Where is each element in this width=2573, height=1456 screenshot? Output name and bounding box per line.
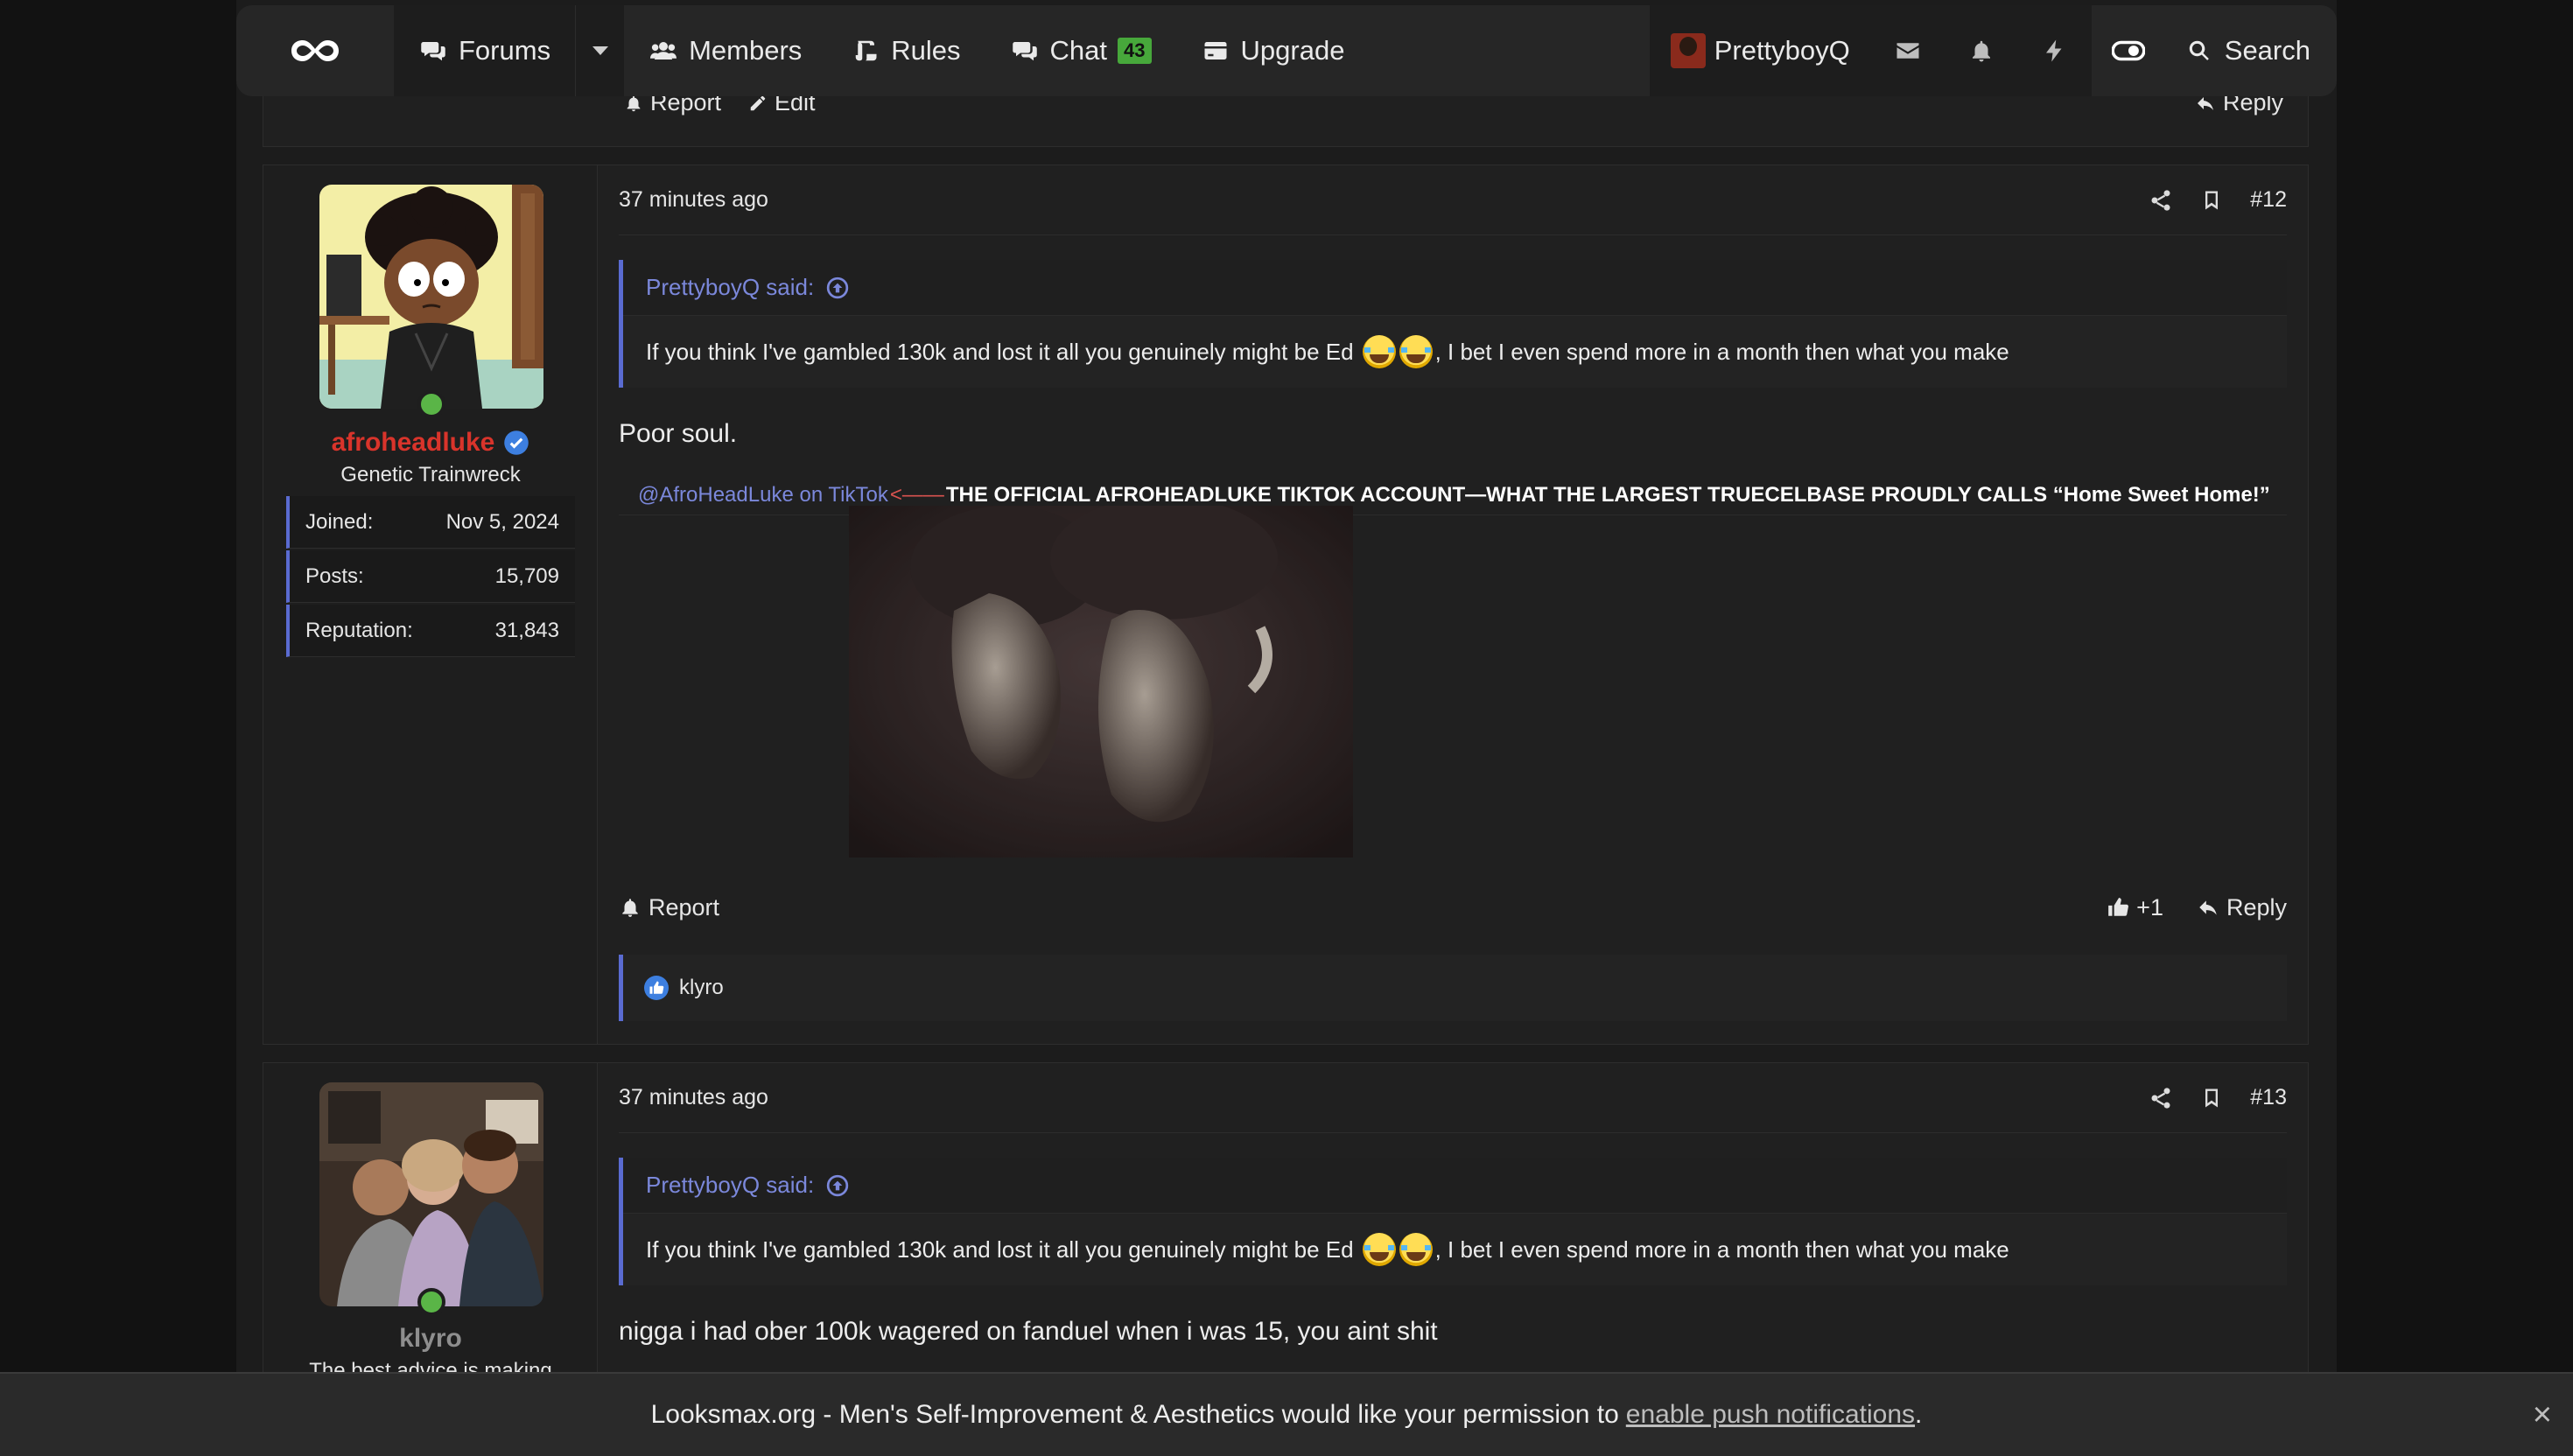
envelope-icon [1896, 43, 1919, 59]
whats-new-button[interactable] [2017, 5, 2092, 96]
sepia-faces-photo [849, 506, 1353, 858]
user-title: The best advice is making [309, 1359, 552, 1373]
post-user-info: klyro The best advice is making [263, 1063, 598, 1411]
quote-block: PrettyboyQ said: If you think I've gambl… [619, 260, 2287, 388]
bookmark-icon[interactable] [2199, 188, 2224, 213]
search-icon [2189, 40, 2209, 60]
post-header: 37 minutes ago #13 [619, 1063, 2287, 1133]
online-status-indicator [417, 390, 445, 418]
post-body: nigga i had ober 100k wagered on fanduel… [619, 1317, 1438, 1346]
signature-image [849, 506, 1353, 858]
enable-push-link[interactable]: enable push notifications [1626, 1400, 1915, 1430]
nav-members[interactable]: Members [624, 5, 826, 96]
like-reaction-icon [644, 976, 669, 1000]
crying-laughing-emoji-icon [1399, 1233, 1433, 1266]
quote-block: PrettyboyQ said: If you think I've gambl… [619, 1158, 2287, 1285]
bookmark-icon[interactable] [2199, 1086, 2224, 1110]
account-menu[interactable]: PrettyboyQ [1649, 5, 1871, 96]
post-number[interactable]: #13 [2250, 1085, 2287, 1110]
bell-icon [622, 899, 638, 917]
like-button[interactable]: +1 [2107, 894, 2163, 921]
arrow-up-circle-icon [827, 1174, 849, 1196]
cartoon-avatar-image [319, 185, 543, 409]
share-icon[interactable] [2149, 188, 2173, 213]
credit-card-icon [1204, 42, 1227, 60]
top-navigation: Forums Members Rules Chat 43 Upgrade Pre… [236, 5, 2337, 96]
crying-laughing-emoji-icon [1362, 1233, 1396, 1266]
chevron-down-icon [592, 46, 608, 55]
online-status-indicator [417, 1288, 445, 1316]
reply-icon [2199, 900, 2217, 915]
post-username[interactable]: klyro [263, 1324, 598, 1354]
quote-author[interactable]: PrettyboyQ said: [623, 1158, 2287, 1214]
site-logo[interactable] [236, 5, 394, 96]
reply-button[interactable]: Reply [2197, 894, 2287, 921]
report-button[interactable]: Report [619, 894, 719, 921]
post-actions: Report +1 Reply [619, 881, 2287, 934]
stat-posts: Posts: 15,709 [286, 550, 575, 603]
signature-text: THE OFFICIAL AFROHEADLUKE TIKTOK ACCOUNT… [945, 482, 2270, 507]
toggle-icon [2111, 40, 2145, 61]
alerts-button[interactable] [1944, 5, 2018, 96]
quote-author[interactable]: PrettyboyQ said: [623, 260, 2287, 316]
thumbs-up-icon [649, 981, 664, 994]
nav-rules[interactable]: Rules [826, 5, 985, 96]
avatar[interactable] [319, 185, 543, 409]
chat-bubbles-icon [1012, 42, 1037, 61]
push-notification-banner: Looksmax.org - Men's Self-Improvement & … [0, 1372, 2573, 1456]
scroll-icon [856, 40, 877, 61]
post-body: Poor soul. [619, 419, 738, 448]
signature-arrow: <—— [889, 482, 944, 507]
nav-chat[interactable]: Chat 43 [985, 5, 1176, 96]
verified-badge-icon [504, 430, 529, 455]
avatar[interactable] [319, 1082, 543, 1306]
quote-text: If you think I've gambled 130k and lost … [623, 316, 2287, 388]
crying-laughing-emoji-icon [1399, 335, 1433, 368]
post-timestamp[interactable]: 37 minutes ago [619, 187, 768, 213]
reactions-bar: klyro [619, 955, 2287, 1021]
comments-icon [421, 42, 445, 61]
bell-icon [1972, 40, 1990, 62]
post-header: 37 minutes ago #12 [619, 165, 2287, 235]
stat-reputation: Reputation: 31,843 [286, 605, 575, 657]
post-user-info: afroheadluke Genetic Trainwreck Joined: … [263, 165, 598, 1044]
arrow-up-circle-icon [827, 276, 849, 298]
style-toggle[interactable] [2092, 5, 2165, 96]
group-photo-avatar-image [319, 1082, 543, 1306]
user-title: Genetic Trainwreck [340, 463, 521, 486]
signature-link[interactable]: @AfroHeadLuke on TikTok [638, 483, 888, 508]
search-button[interactable]: Search [2165, 5, 2337, 96]
close-icon[interactable]: × [2533, 1396, 2552, 1434]
forums-dropdown-toggle[interactable] [575, 5, 625, 96]
bolt-icon [2045, 39, 2062, 62]
share-icon[interactable] [2149, 1086, 2173, 1110]
post-username[interactable]: afroheadluke [263, 428, 598, 458]
post-content: 37 minutes ago #13 PrettyboyQ said: If y… [598, 1063, 2308, 1411]
nav-forums[interactable]: Forums [394, 5, 576, 96]
stat-joined: Joined: Nov 5, 2024 [286, 496, 575, 549]
inbox-button[interactable] [1870, 5, 1945, 96]
infinity-logo-icon [291, 40, 339, 61]
chat-count-badge: 43 [1118, 38, 1152, 64]
nav-upgrade[interactable]: Upgrade [1176, 5, 1370, 96]
post-timestamp[interactable]: 37 minutes ago [619, 1085, 768, 1110]
post-13: klyro The best advice is making 37 minut… [263, 1062, 2309, 1412]
post-number[interactable]: #12 [2250, 187, 2287, 213]
thumbs-up-icon [2108, 898, 2129, 916]
user-avatar [1670, 33, 1706, 68]
reaction-user-link[interactable]: klyro [679, 976, 724, 1000]
quote-text: If you think I've gambled 130k and lost … [623, 1214, 2287, 1285]
users-icon [650, 42, 677, 60]
crying-laughing-emoji-icon [1362, 335, 1396, 368]
